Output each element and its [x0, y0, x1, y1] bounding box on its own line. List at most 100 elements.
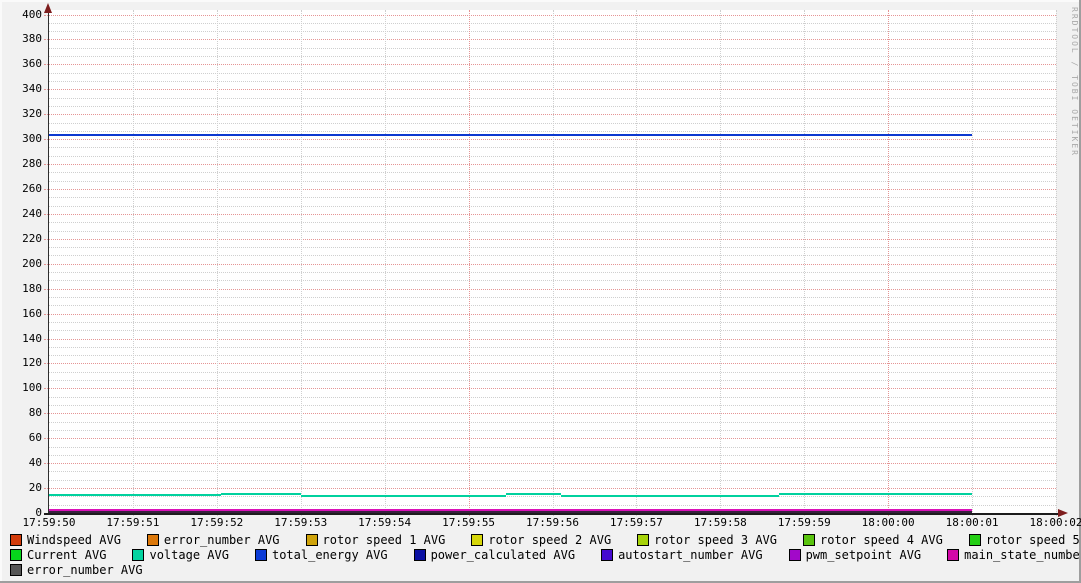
minor-gridline-v [720, 10, 722, 516]
legend-row: Current AVG voltage AVG total_energy AVG po… [10, 547, 1081, 562]
legend-item: rotor speed 4 AVG [803, 533, 943, 547]
y-axis-label: 340 [22, 82, 42, 96]
minor-gridline-v [300, 10, 302, 516]
major-gridline-v [468, 10, 470, 516]
x-axis-label: 17:59:58 [693, 516, 747, 529]
legend-item-label: rotor speed 2 AVG [488, 532, 612, 547]
legend-swatch [10, 533, 22, 546]
legend-item-label: autostart_number AVG [618, 547, 763, 562]
legend-swatch [132, 548, 145, 561]
rrdtool-graph-image: 0 20 40 60 80 100 120 140 160 180 200 220 240 260 280 3… [0, 0, 1081, 583]
series-line [49, 134, 973, 137]
legend-item: voltage AVG [132, 547, 229, 562]
x-axis-label: 18:00:01 [945, 516, 999, 529]
y-axis-line [48, 8, 49, 514]
legend-swatch [788, 548, 801, 561]
y-axis-label: 360 [22, 57, 42, 71]
y-axis-label: 100 [22, 381, 42, 395]
major-gridline-h [44, 64, 1056, 66]
x-axis-label: 17:59:53 [274, 516, 328, 529]
major-gridline-h [44, 263, 1056, 265]
legend-item-label: error_number AVG [163, 532, 280, 547]
major-gridline-h [44, 39, 1056, 41]
major-gridline-h [44, 288, 1056, 290]
series-line [221, 492, 301, 495]
legend-item: main_state_number AVG [947, 548, 1081, 562]
legend-item-label: rotor speed 4 AVG [820, 532, 943, 547]
legend-item: error_number AVG [10, 563, 143, 577]
legend-item: Windspeed AVG [10, 533, 121, 547]
x-axis-label: 17:59:59 [777, 516, 831, 529]
legend-item: rotor speed 1 AVG [305, 532, 446, 547]
y-axis-label: 40 [28, 456, 42, 470]
major-gridline-v [888, 10, 890, 516]
y-axis-label: 200 [22, 256, 42, 270]
series-line [560, 494, 780, 497]
legend-item: rotor speed 5 AVG [968, 532, 1081, 547]
legend-item-label: rotor speed 1 AVG [322, 532, 446, 547]
legend-item: rotor speed 2 AVG [471, 533, 611, 547]
series-line [49, 494, 222, 497]
legend-swatch [10, 563, 22, 576]
legend-item-label: error_number AVG [27, 562, 143, 577]
legend-item-label: rotor speed 3 AVG [654, 532, 777, 547]
legend-item-label: total_energy AVG [271, 547, 388, 562]
legend-row: Windspeed AVG error_number AVG rotor speed… [10, 532, 1081, 547]
major-gridline-h [44, 413, 1056, 415]
legend-swatch [968, 533, 981, 546]
major-gridline-h [44, 89, 1056, 91]
x-axis-label: 17:59:50 [22, 516, 76, 529]
major-gridline-h [44, 213, 1056, 215]
y-axis-label: 400 [22, 7, 42, 21]
y-axis-label: 300 [22, 132, 42, 146]
series-line [300, 494, 507, 497]
legend-item: Current AVG [10, 548, 106, 562]
legend: Windspeed AVG error_number AVG rotor speed… [10, 532, 1081, 577]
legend-item-label: power_calculated AVG [430, 547, 576, 562]
major-gridline-h [44, 164, 1056, 166]
legend-item-label: Current AVG [27, 547, 107, 562]
minor-gridline-v [132, 10, 134, 516]
legend-item: total_energy AVG [254, 547, 388, 562]
y-axis-label: 380 [22, 32, 42, 46]
legend-item-label: Windspeed AVG [27, 532, 121, 547]
y-axis-label: 180 [22, 281, 42, 295]
minor-gridline-v [216, 10, 218, 516]
legend-swatch [254, 548, 267, 561]
series-line [779, 493, 973, 496]
y-axis-label: 260 [22, 181, 42, 195]
watermark: RRDTOOL / TOBI OETIKER [1070, 7, 1079, 157]
x-axis-label: 17:59:51 [106, 516, 160, 529]
major-gridline-h [44, 14, 1056, 16]
y-axis-arrow-icon [44, 3, 52, 13]
x-axis-label: 17:59:57 [609, 516, 663, 529]
legend-swatch [601, 548, 614, 561]
x-axis-label: 18:00:00 [861, 516, 915, 529]
legend-swatch [803, 533, 815, 546]
y-axis-label: 60 [28, 431, 42, 445]
y-axis-label: 120 [22, 356, 42, 370]
y-axis-label: 160 [22, 306, 42, 320]
plot-area [44, 10, 1057, 516]
legend-swatch [413, 548, 426, 561]
legend-swatch [146, 533, 159, 546]
major-gridline-h [44, 139, 1056, 141]
minor-gridline-v [552, 10, 554, 516]
legend-item-label: rotor speed 5 AVG [985, 532, 1081, 547]
x-axis-arrow-icon [1058, 509, 1068, 517]
minor-gridline-v [1056, 10, 1057, 516]
major-gridline-h [44, 188, 1056, 190]
legend-item-label: voltage AVG [149, 547, 229, 562]
minor-gridline-v [972, 10, 974, 516]
legend-swatch [471, 533, 484, 546]
major-gridline-h [44, 488, 1056, 490]
y-axis-label: 240 [22, 206, 42, 220]
x-axis-label: 17:59:56 [526, 516, 579, 529]
y-axis-label: 20 [28, 481, 42, 495]
y-axis-label: 320 [22, 107, 42, 121]
major-gridline-h [44, 388, 1056, 390]
major-gridline-h [44, 238, 1056, 240]
legend-swatch [947, 548, 960, 561]
legend-item-label: main_state_number AVG [964, 547, 1081, 562]
x-axis-label: 18:00:02 [1029, 516, 1081, 529]
